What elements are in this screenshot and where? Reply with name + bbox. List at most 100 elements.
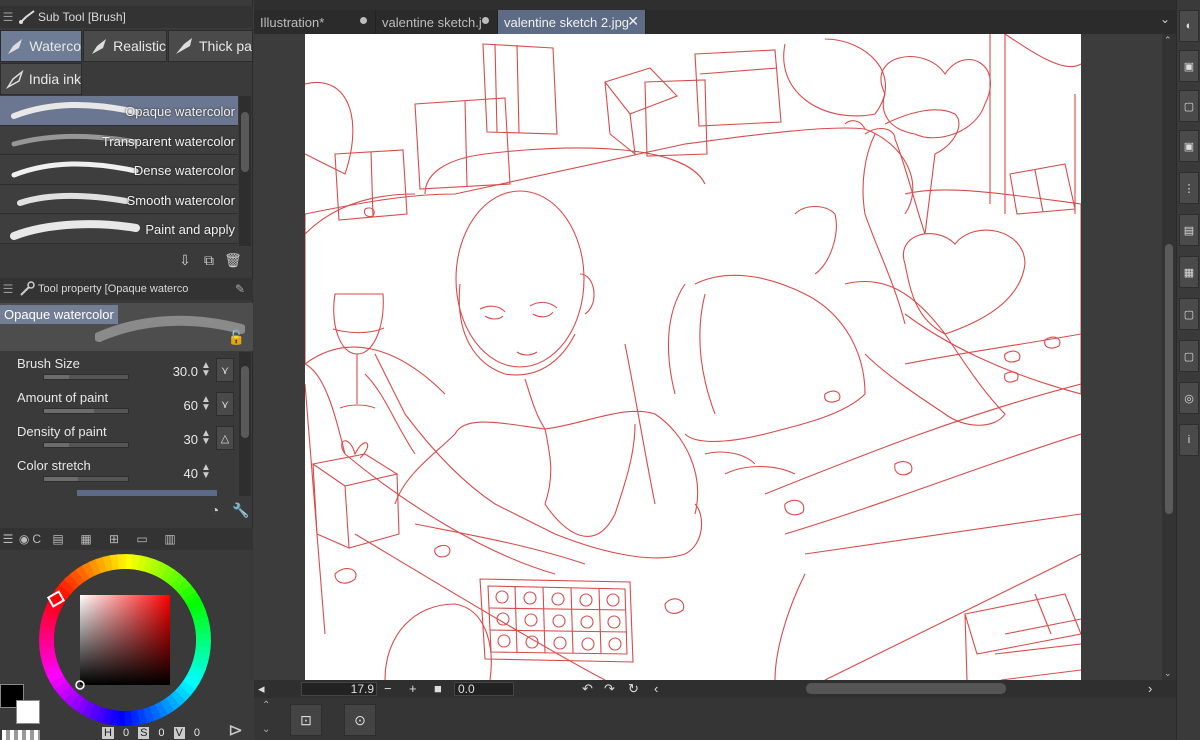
- switch-icon[interactable]: ⊳: [228, 720, 243, 740]
- canvas-status-bar: ◂ 17.9 − + ■ 0.0 ↶ ↷ ↻ ‹ ›: [254, 680, 1176, 698]
- zoom-in-icon[interactable]: +: [409, 681, 417, 696]
- layer-property-icon[interactable]: ▢: [1179, 90, 1199, 122]
- triangle-icon[interactable]: △: [216, 426, 234, 450]
- auto-action-icon[interactable]: ▦: [1179, 256, 1199, 288]
- rotation-field[interactable]: 0.0: [454, 682, 514, 696]
- chevron-left-icon[interactable]: ◂: [258, 681, 265, 697]
- wrench-icon[interactable]: 🔧: [231, 500, 251, 520]
- density-of-paint-slider[interactable]: [43, 442, 129, 448]
- partial-property-row: [77, 490, 217, 496]
- item-bank-icon[interactable]: ▢: [1179, 298, 1199, 330]
- chevron-up-icon[interactable]: ⌃: [262, 700, 270, 711]
- left-panel: ☰ Sub Tool [Brush] Waterco Realistic Thi…: [0, 0, 253, 740]
- property-list: Brush Size 30.0 ▲ ▼ ⋎ Amount of paint 60 …: [0, 352, 238, 496]
- layout-icon[interactable]: ⊡: [290, 704, 322, 736]
- list-item[interactable]: Dense watercolor: [0, 155, 238, 185]
- tab-india-ink[interactable]: India ink: [0, 63, 82, 95]
- lock-icon[interactable]: 🔓: [228, 329, 245, 346]
- pressure-icon[interactable]: ⋎: [216, 358, 234, 382]
- material-icon[interactable]: ▤: [1179, 214, 1199, 246]
- chevron-left-icon[interactable]: ‹: [654, 681, 658, 696]
- layer-search-icon[interactable]: ⋮: [1179, 172, 1199, 204]
- dial-icon[interactable]: ◔: [205, 500, 225, 520]
- property-scrollbar[interactable]: [239, 352, 251, 496]
- brush-icon: [4, 34, 26, 58]
- panel-menu-icon[interactable]: ☰: [0, 529, 16, 549]
- trash-icon[interactable]: 🗑: [223, 250, 243, 270]
- color-stretch-slider[interactable]: [43, 476, 129, 482]
- zoom-out-icon[interactable]: −: [384, 681, 392, 696]
- scrollbar-thumb[interactable]: [241, 366, 249, 438]
- info-icon[interactable]: i: [1179, 424, 1199, 456]
- spinner-icon[interactable]: ▲ ▼: [200, 463, 212, 481]
- tab-illustration[interactable]: Illustration*: [254, 10, 376, 34]
- brush-stroke-preview: [10, 220, 140, 241]
- color-wheel-panel: H0 S0 V0 ⊳: [0, 550, 253, 740]
- fit-icon[interactable]: ■: [434, 681, 442, 696]
- navigator-icon[interactable]: ◐: [1179, 10, 1199, 42]
- scrollbar-thumb[interactable]: [1165, 244, 1173, 514]
- duplicate-icon[interactable]: ⧉: [199, 250, 219, 270]
- tab-approximate-color[interactable]: ▭: [128, 529, 156, 549]
- sub-view-icon[interactable]: ▣: [1179, 50, 1199, 82]
- panel-menu-icon[interactable]: ☰: [0, 10, 16, 24]
- spinner-icon[interactable]: ▲ ▼: [200, 429, 212, 447]
- sub-color-swatch[interactable]: [16, 700, 40, 724]
- tab-thick-paint[interactable]: Thick pa: [168, 30, 253, 62]
- pressure-icon[interactable]: ⋎: [216, 392, 234, 416]
- amount-of-paint-slider[interactable]: [43, 408, 129, 414]
- chevron-up-icon[interactable]: ⌃: [1164, 35, 1172, 46]
- spinner-icon[interactable]: ▲ ▼: [200, 361, 212, 379]
- list-item[interactable]: Opaque watercolor: [0, 96, 238, 126]
- tab-valentine-sketch[interactable]: valentine sketch.j: [376, 10, 498, 34]
- tab-watercolor[interactable]: Waterco: [0, 30, 82, 62]
- brush-stroke-preview: [11, 101, 139, 119]
- scrollbar-thumb[interactable]: [241, 112, 249, 172]
- tab-intermediate-color[interactable]: ⊞: [100, 529, 128, 549]
- tool-property-title: Tool property [Opaque waterco: [38, 283, 189, 295]
- chevron-down-icon[interactable]: ⌄: [262, 724, 270, 735]
- document-tabs: Illustration* valentine sketch.j valenti…: [254, 10, 1176, 34]
- brush-list-scrollbar[interactable]: [239, 96, 251, 246]
- reset-rotation-icon[interactable]: ↻: [628, 681, 639, 697]
- canvas-vertical-scrollbar[interactable]: ⌃ ⌄: [1162, 34, 1176, 680]
- tab-color-set[interactable]: ▦: [72, 529, 100, 549]
- tab-realistic[interactable]: Realistic: [83, 30, 167, 62]
- animation-icon[interactable]: ◎: [1179, 382, 1199, 414]
- tab-valentine-sketch-2[interactable]: valentine sketch 2.jpg ✕: [498, 10, 646, 34]
- canvas-horizontal-scrollbar[interactable]: [806, 683, 1006, 694]
- rotate-right-icon[interactable]: ↷: [604, 681, 615, 697]
- hsv-readout: H0 S0 V0: [102, 727, 201, 739]
- list-item[interactable]: Transparent watercolor: [0, 125, 238, 156]
- spinner-icon[interactable]: ▲ ▼: [200, 395, 212, 413]
- property-brush-size: Brush Size 30.0 ▲ ▼ ⋎: [0, 352, 238, 386]
- brush-stroke-preview: [17, 192, 129, 206]
- layer-icon[interactable]: ▣: [1179, 130, 1199, 162]
- preset-name: Opaque watercolor: [0, 305, 118, 324]
- camera-icon[interactable]: ⊙: [344, 704, 376, 736]
- tab-color-history[interactable]: ▥: [156, 529, 184, 549]
- chevron-down-icon[interactable]: ⌄: [1160, 12, 1170, 26]
- list-item[interactable]: Paint and apply: [0, 214, 238, 244]
- bottom-toolbar: ⌃ ⌄ ⊡ ⊙: [254, 698, 1176, 740]
- brush-size-slider[interactable]: [43, 374, 129, 380]
- history-icon[interactable]: ▢: [1179, 340, 1199, 372]
- download-icon[interactable]: ⇩: [175, 250, 195, 270]
- close-icon[interactable]: ✕: [627, 13, 639, 30]
- sketch-artwork: [305, 34, 1081, 680]
- drawing-canvas[interactable]: [305, 34, 1081, 680]
- tab-color-slider[interactable]: ▤: [44, 529, 72, 549]
- zoom-field[interactable]: 17.9: [301, 682, 377, 696]
- panel-menu-icon[interactable]: ☰: [0, 282, 16, 296]
- property-amount-of-paint: Amount of paint 60 ▲ ▼ ⋎: [0, 386, 238, 420]
- list-item[interactable]: Smooth watercolor: [0, 184, 238, 215]
- pen-icon[interactable]: ✎: [235, 282, 245, 296]
- property-color-stretch: Color stretch 40 ▲ ▼: [17, 458, 212, 482]
- right-dock-bar: ◐ ▣ ▢ ▣ ⋮ ▤ ▦ ▢ ▢ ◎ i: [1176, 0, 1200, 740]
- brush-list: Opaque watercolor Transparent watercolor…: [0, 96, 238, 246]
- chevron-down-icon[interactable]: ⌄: [1164, 668, 1172, 679]
- rotate-left-icon[interactable]: ↶: [582, 681, 593, 697]
- tab-color-wheel[interactable]: ◉ C: [16, 529, 44, 549]
- transparent-color-swatch[interactable]: [2, 730, 40, 740]
- chevron-right-icon[interactable]: ›: [1148, 681, 1152, 696]
